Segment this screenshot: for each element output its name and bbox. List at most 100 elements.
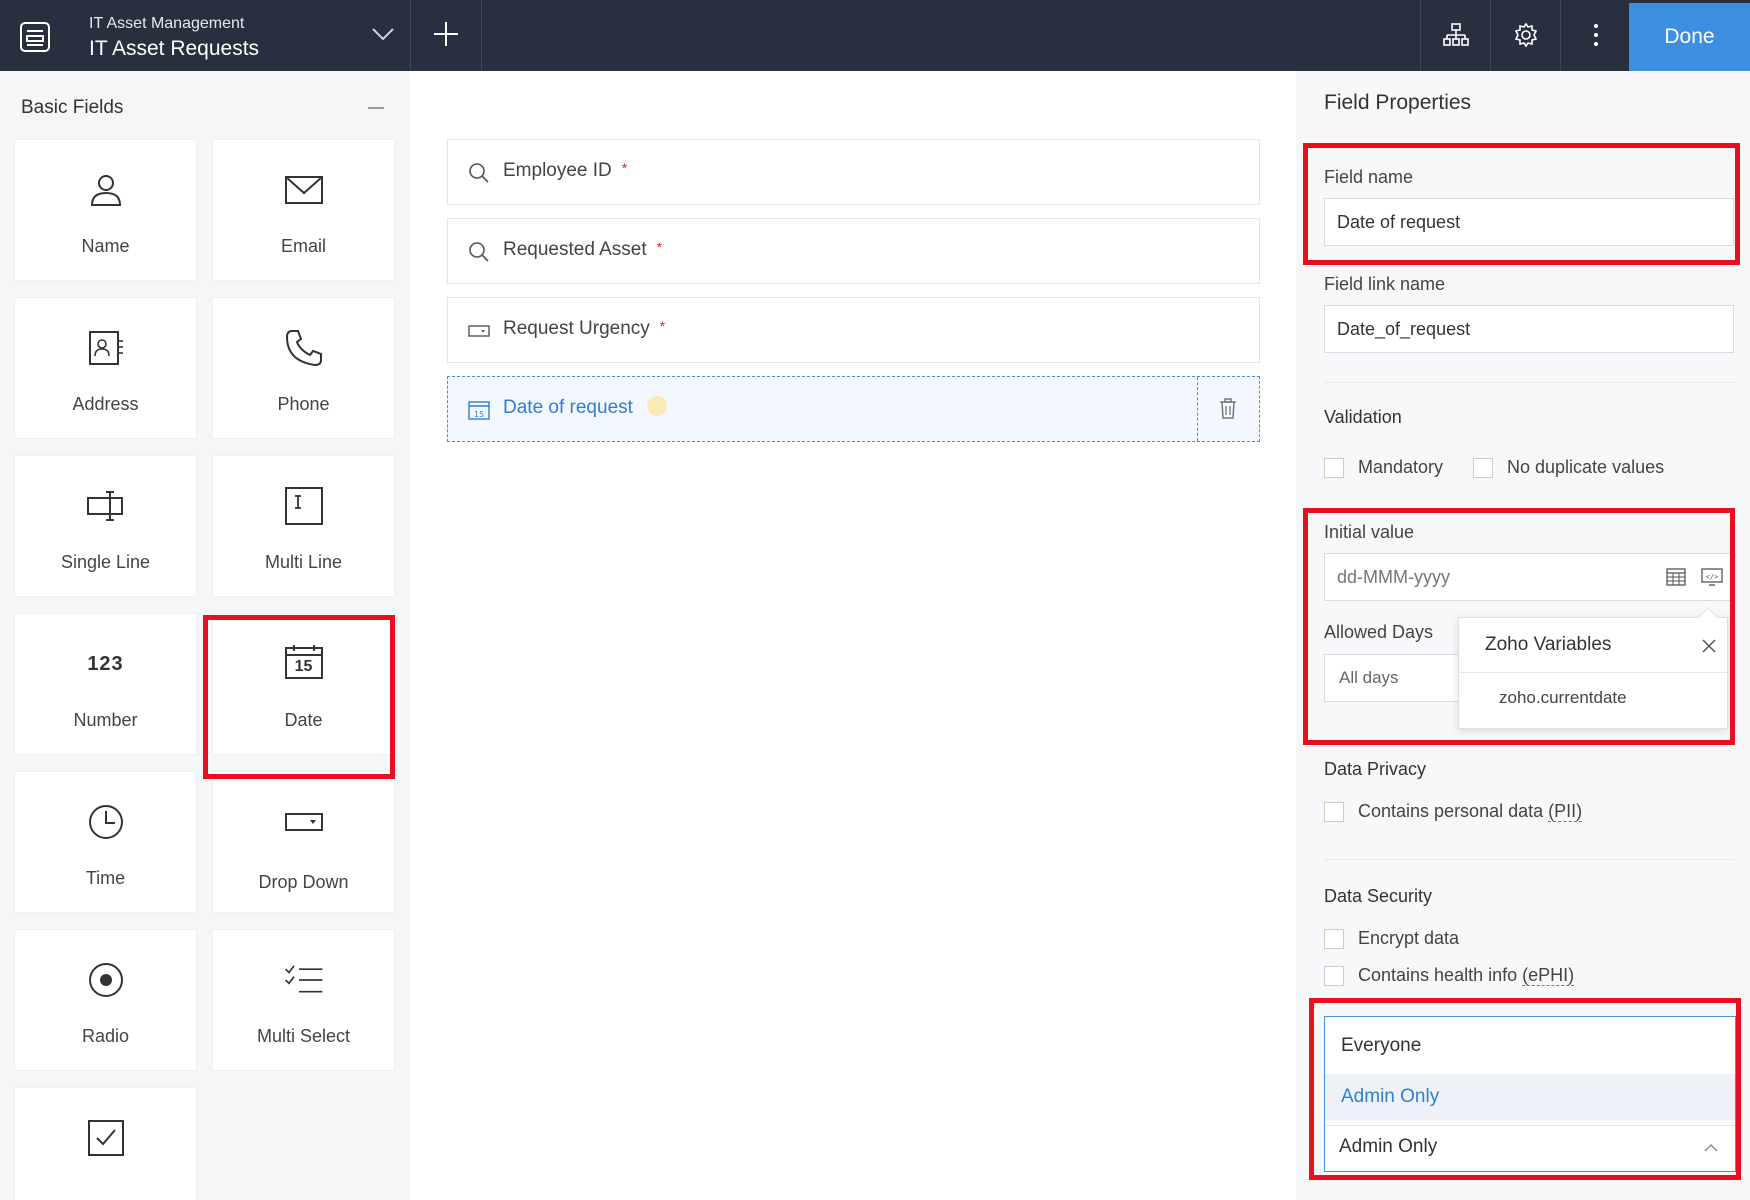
separator — [481, 0, 482, 71]
form-canvas: Employee ID * Requested Asset * Request Ur… — [410, 71, 1296, 1200]
ephi-checkbox[interactable] — [1324, 966, 1344, 986]
no-duplicate-label: No duplicate values — [1507, 457, 1665, 477]
more-vertical-icon[interactable] — [1583, 22, 1609, 48]
delete-field-area[interactable] — [1197, 377, 1259, 441]
mandatory-label: Mandatory — [1358, 457, 1444, 477]
chevron-down-icon[interactable] — [370, 24, 396, 44]
tile-label: Time — [85, 868, 126, 888]
separator — [1490, 0, 1491, 71]
dropdown-icon — [468, 325, 490, 337]
field-tile-time[interactable]: Time — [14, 771, 197, 913]
encrypt-checkbox[interactable] — [1324, 929, 1344, 949]
form-field-date-of-request[interactable]: 15 Date of request — [447, 376, 1260, 442]
pii-label: Contains personal data (PII) — [1358, 801, 1583, 822]
field-tile-phone[interactable]: Phone — [212, 297, 395, 439]
tile-label: Address — [72, 394, 139, 414]
top-bar: IT Asset Management IT Asset Requests Do… — [0, 0, 1750, 71]
sitemap-icon[interactable] — [1443, 22, 1469, 48]
close-icon[interactable] — [1701, 638, 1717, 654]
plus-icon[interactable] — [432, 20, 460, 48]
popup-arrow — [1698, 607, 1718, 627]
validation-title: Validation — [1324, 407, 1402, 427]
app-subtitle: IT Asset Management — [89, 15, 245, 32]
search-icon — [469, 242, 489, 262]
radio-icon — [88, 963, 123, 997]
number-icon: 123 — [87, 652, 124, 675]
field-name-label: Field name — [1324, 167, 1414, 187]
data-security-title: Data Security — [1324, 886, 1433, 906]
calendar-icon[interactable] — [1666, 567, 1686, 587]
trash-icon[interactable] — [1218, 398, 1238, 420]
access-dropdown[interactable]: Everyone Admin Only Admin Only — [1324, 1016, 1736, 1172]
pii-badge-icon — [646, 395, 667, 416]
tile-label: Multi Line — [264, 552, 343, 572]
divider — [1324, 382, 1734, 383]
field-label: Date of request — [503, 397, 633, 418]
chevron-up-icon[interactable] — [1703, 1140, 1719, 1156]
panel-title: Field Properties — [1324, 91, 1472, 114]
field-link-name-input[interactable] — [1324, 305, 1734, 353]
allowed-days-select[interactable]: All days — [1324, 654, 1464, 702]
ephi-abbr: (ePHI) — [1522, 965, 1575, 986]
field-tile-radio[interactable]: Radio — [14, 929, 197, 1071]
no-duplicate-checkbox[interactable] — [1473, 458, 1493, 478]
field-tile-email[interactable]: Email — [212, 139, 395, 281]
tile-label: Multi Select — [256, 1026, 351, 1046]
selected-label: Admin Only — [1339, 1136, 1438, 1157]
person-icon — [90, 175, 121, 206]
field-link-name-label: Field link name — [1324, 274, 1446, 294]
tile-label: Name — [81, 236, 130, 256]
field-label: Request Urgency — [503, 318, 650, 339]
zoho-variables-popup: Zoho Variables zoho.currentdate — [1458, 607, 1728, 729]
separator — [1560, 0, 1561, 71]
field-tile-checkbox[interactable] — [14, 1087, 197, 1200]
checkbox-icon — [87, 1120, 124, 1156]
pii-checkbox[interactable] — [1324, 802, 1344, 822]
svg-text:</>: </> — [1706, 573, 1719, 581]
allowed-days-label: Allowed Days — [1324, 622, 1434, 642]
field-tile-address[interactable]: Address — [14, 297, 197, 439]
data-privacy-title: Data Privacy — [1324, 759, 1427, 779]
search-icon — [469, 163, 489, 183]
pii-abbr: (PII) — [1548, 801, 1583, 822]
dropdown-selected-value[interactable]: Admin Only — [1325, 1125, 1735, 1171]
field-tile-number[interactable]: 123 Number — [14, 613, 197, 755]
field-tile-name[interactable]: Name — [14, 139, 197, 281]
dropdown-option-everyone[interactable]: Everyone — [1325, 1023, 1735, 1069]
initial-value-label: Initial value — [1324, 522, 1415, 542]
collapse-icon[interactable] — [368, 107, 384, 109]
variables-icon[interactable]: </> — [1701, 567, 1723, 587]
tile-label: Email — [280, 236, 326, 256]
ephi-text: Contains health info — [1358, 965, 1518, 985]
mandatory-checkbox[interactable] — [1324, 458, 1344, 478]
tile-label: Number — [73, 710, 138, 730]
calendar-icon: 15 — [468, 401, 490, 420]
dropdown-option-admin-only[interactable]: Admin Only — [1325, 1074, 1735, 1120]
clock-icon — [88, 805, 123, 839]
app-title[interactable]: IT Asset Requests — [89, 37, 259, 61]
divider — [1459, 672, 1727, 673]
separator — [410, 0, 411, 71]
form-field-request-urgency[interactable]: Request Urgency * — [447, 297, 1260, 363]
field-tile-date[interactable]: 15 Date — [212, 613, 395, 755]
field-properties-panel: Field Properties Field name Field link n… — [1296, 71, 1750, 1200]
field-tile-multi-select[interactable]: Multi Select — [212, 929, 395, 1071]
field-tile-drop-down[interactable]: Drop Down — [212, 771, 395, 913]
basic-fields-panel: Basic Fields Name Email Address Phone Si… — [0, 71, 410, 1200]
pii-text: Contains personal data — [1358, 801, 1544, 821]
done-button[interactable]: Done — [1629, 3, 1750, 71]
tile-label: Single Line — [60, 552, 151, 572]
form-field-employee-id[interactable]: Employee ID * — [447, 139, 1260, 205]
variable-item-currentdate[interactable]: zoho.currentdate — [1499, 688, 1627, 708]
calendar-day: 15 — [294, 658, 313, 675]
form-icon[interactable] — [18, 20, 52, 54]
required-mark: * — [621, 160, 628, 176]
field-tile-single-line[interactable]: Single Line — [14, 455, 197, 597]
checklist-icon — [284, 965, 322, 993]
field-tile-multi-line[interactable]: Multi Line — [212, 455, 395, 597]
field-name-input[interactable] — [1324, 198, 1734, 246]
required-mark: * — [659, 318, 666, 334]
gear-icon[interactable] — [1513, 22, 1539, 48]
field-label: Employee ID — [503, 160, 612, 181]
form-field-requested-asset[interactable]: Requested Asset * — [447, 218, 1260, 284]
